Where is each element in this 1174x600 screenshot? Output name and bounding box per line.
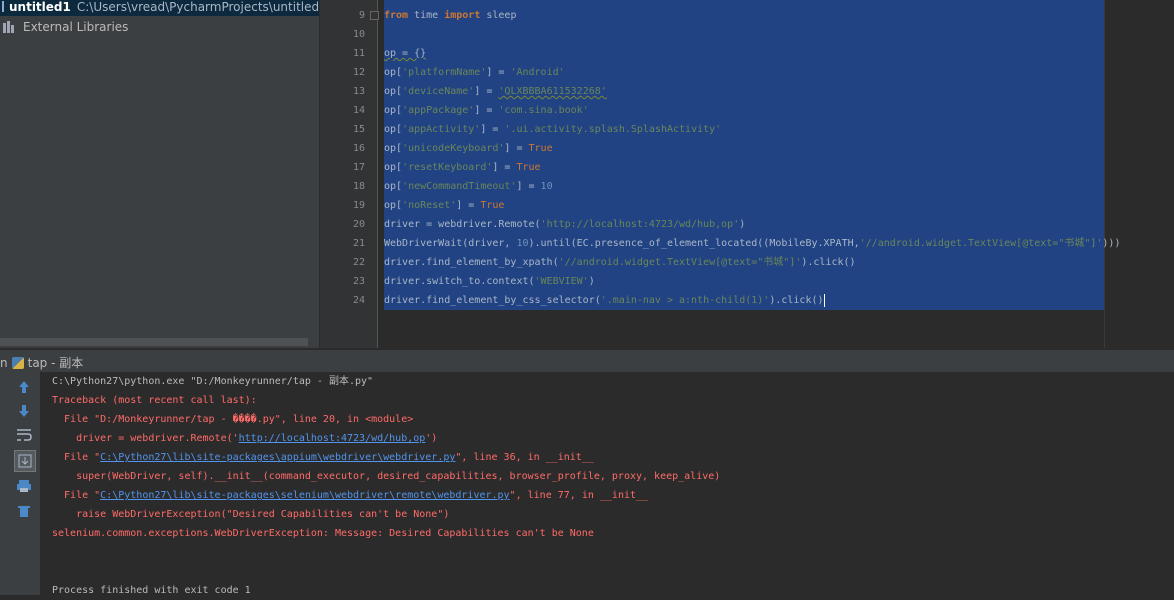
line-number: 9 xyxy=(358,10,365,21)
project-panel: untitled1 C:\Users\vread\PycharmProjects… xyxy=(0,0,319,348)
console-exception: selenium.common.exceptions.WebDriverExce… xyxy=(52,528,594,539)
up-arrow-icon[interactable] xyxy=(14,377,34,397)
fold-icon[interactable] xyxy=(370,11,379,20)
code-line-21: WebDriverWait(driver, 10).until(EC.prese… xyxy=(384,238,1121,249)
console-url-link[interactable]: http://localhost:4723/wd/hub,op xyxy=(239,433,426,444)
external-libraries-item[interactable]: External Libraries xyxy=(0,17,128,36)
line-number: 12 xyxy=(352,67,365,78)
console-frame-1: File "D:/Monkeyrunner/tap - ����.py", li… xyxy=(52,414,414,425)
folder-icon xyxy=(2,1,4,12)
external-libraries-label: External Libraries xyxy=(23,19,129,34)
code-line-23: driver.switch_to.context('WEBVIEW') xyxy=(384,276,595,287)
code-line-15: op['appActivity'] = '.ui.activity.splash… xyxy=(384,124,722,135)
code-line-14: op['appPackage'] = 'com.sina.book' xyxy=(384,105,589,116)
line-number: 23 xyxy=(352,276,365,287)
console-file-link[interactable]: C:\Python27\lib\site-packages\selenium\w… xyxy=(100,490,509,501)
line-number: 21 xyxy=(352,238,365,249)
console-frame-2-code: super(WebDriver, self).__init__(command_… xyxy=(52,471,721,482)
code-line-13: op['deviceName'] = 'QLXBBBA611532268' xyxy=(384,86,607,97)
console-frame-3-code: raise WebDriverException("Desired Capabi… xyxy=(52,509,450,520)
text-caret xyxy=(823,293,825,307)
code-line-20: driver = webdriver.Remote('http://localh… xyxy=(384,219,746,230)
line-number: 10 xyxy=(352,29,365,40)
right-margin-guide xyxy=(1104,0,1105,348)
line-number: 16 xyxy=(352,143,365,154)
code-line-11: op = {} xyxy=(384,48,427,59)
line-number: 13 xyxy=(352,86,365,97)
line-number: 19 xyxy=(352,200,365,211)
project-horizontal-scrollbar[interactable] xyxy=(0,338,308,346)
run-toolbar xyxy=(0,372,40,595)
code-line-18: op['newCommandTimeout'] = 10 xyxy=(384,181,553,192)
code-line-22: driver.find_element_by_xpath('//android.… xyxy=(384,257,856,268)
code-line-12: op['platformName'] = 'Android' xyxy=(384,67,565,78)
console-frame-2: File "C:\Python27\lib\site-packages\appi… xyxy=(52,452,594,463)
project-root-item[interactable]: untitled1 C:\Users\vread\PycharmProjects… xyxy=(0,0,319,16)
soft-wrap-icon[interactable] xyxy=(14,425,34,445)
library-icon xyxy=(3,20,17,33)
run-tab-label-prefix: n xyxy=(0,355,8,370)
line-number: 18 xyxy=(352,181,365,192)
project-root-name: untitled1 xyxy=(9,0,71,14)
console-file-link[interactable]: C:\Python27\lib\site-packages\appium\web… xyxy=(100,452,455,463)
console-frame-3: File "C:\Python27\lib\site-packages\sele… xyxy=(52,490,649,501)
console-frame-1-code: driver = webdriver.Remote('http://localh… xyxy=(52,433,438,444)
line-number: 17 xyxy=(352,162,365,173)
line-number: 22 xyxy=(352,257,365,268)
down-arrow-icon[interactable] xyxy=(14,401,34,421)
project-root-path: C:\Users\vread\PycharmProjects\untitled xyxy=(76,0,320,14)
code-line-17: op['resetKeyboard'] = True xyxy=(384,162,541,173)
scroll-to-end-icon[interactable] xyxy=(14,450,36,472)
code-line-9: from time import sleep xyxy=(384,10,517,21)
python-file-icon xyxy=(11,356,24,369)
run-config-title[interactable]: tap - 副本 xyxy=(28,354,84,371)
line-number: 15 xyxy=(352,124,365,135)
trash-icon[interactable] xyxy=(14,501,34,521)
run-tool-window-header: n tap - 副本 xyxy=(0,350,1174,372)
line-number: 24 xyxy=(352,295,365,306)
code-line-19: op['noReset'] = True xyxy=(384,200,505,211)
code-line-16: op['unicodeKeyboard'] = True xyxy=(384,143,553,154)
console-traceback: Traceback (most recent call last): xyxy=(52,395,257,406)
code-line-24: driver.find_element_by_css_selector('.ma… xyxy=(384,293,825,307)
print-icon[interactable] xyxy=(14,476,34,496)
line-number: 14 xyxy=(352,105,365,116)
line-number: 20 xyxy=(352,219,365,230)
console-command-line: C:\Python27\python.exe "D:/Monkeyrunner/… xyxy=(52,376,374,387)
line-number: 11 xyxy=(352,48,365,59)
console-exit-status: Process finished with exit code 1 xyxy=(52,585,251,596)
